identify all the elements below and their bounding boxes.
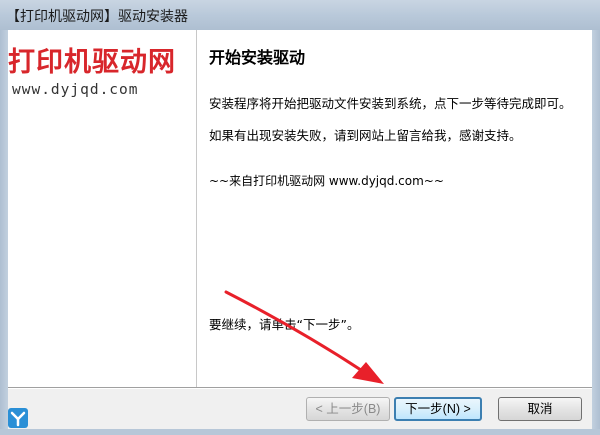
- cancel-button[interactable]: 取消: [498, 397, 582, 421]
- install-description: 安装程序将开始把驱动文件安装到系统，点下一步等待完成即可。: [209, 96, 572, 111]
- installer-window: 【打印机驱动网】驱动安装器 打印机驱动网 www.dyjqd.com 开始安装驱…: [0, 0, 600, 435]
- next-button[interactable]: 下一步(N) >: [394, 397, 482, 421]
- brand-url: www.dyjqd.com: [12, 82, 139, 98]
- content-panel: 开始安装驱动 安装程序将开始把驱动文件安装到系统，点下一步等待完成即可。 如果有…: [197, 30, 592, 387]
- back-button[interactable]: < 上一步(B): [306, 397, 390, 421]
- window-title: 【打印机驱动网】驱动安装器: [6, 9, 188, 25]
- window-frame-right: [592, 30, 600, 435]
- failure-note: 如果有出现安装失败，请到网站上留言给我，感谢支持。: [209, 128, 522, 143]
- window-frame-left: [0, 30, 8, 435]
- window-frame-bottom: [0, 429, 600, 435]
- continue-instruction: 要继续，请单击“下一步”。: [209, 317, 360, 332]
- button-separator: [8, 387, 592, 389]
- title-bar[interactable]: 【打印机驱动网】驱动安装器: [0, 0, 600, 30]
- app-logo-icon: [8, 408, 28, 428]
- brand-logo-text: 打印机驱动网: [8, 47, 176, 78]
- page-title: 开始安装驱动: [209, 48, 306, 67]
- signature-line: ~~来自打印机驱动网 www.dyjqd.com~~: [209, 174, 444, 188]
